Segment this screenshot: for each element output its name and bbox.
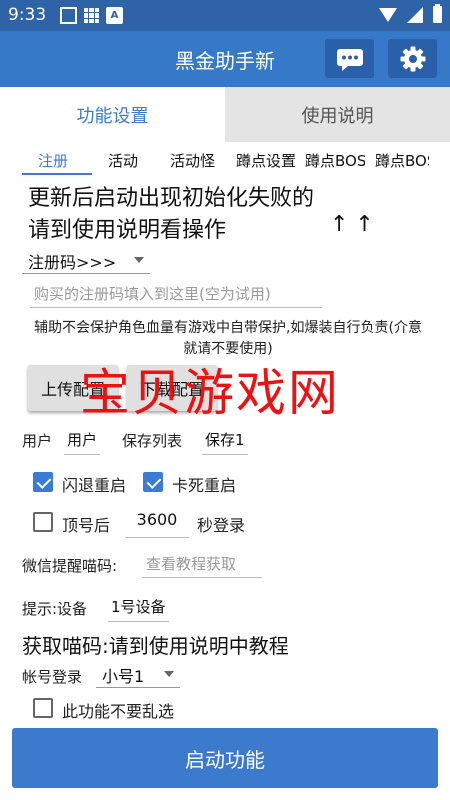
save-list-label: 保存列表 <box>122 432 183 450</box>
subtab-indicator <box>22 173 92 175</box>
subtab-activity[interactable]: 活动 <box>108 150 138 171</box>
status-right-icons <box>379 4 442 23</box>
grid-icon <box>83 7 100 24</box>
status-time: 9:33 <box>8 5 47 25</box>
sub-tabs: 注册 活动 活动怪 蹲点设置 蹲点BOSS 蹲点BOSS <box>0 147 450 175</box>
chevron-down-icon <box>134 257 144 263</box>
relogin-seconds-input[interactable]: 3600 <box>125 510 189 538</box>
user-label: 用户 <box>22 432 53 450</box>
gear-icon <box>400 46 425 71</box>
device-select[interactable]: 1号设备 <box>108 596 169 622</box>
register-code-select[interactable]: 注册码>>> <box>22 248 150 274</box>
crash-restart-checkbox[interactable] <box>33 472 53 492</box>
wifi-icon <box>379 7 397 22</box>
no-random-label: 此功能不要乱选 <box>62 702 175 721</box>
save-slot-select[interactable]: 保存1 <box>202 429 248 455</box>
a-icon: A <box>106 7 123 24</box>
status-bar: 9:33 A <box>0 0 450 31</box>
battery-icon <box>433 4 442 23</box>
account-login-label: 帐号登录 <box>22 668 83 686</box>
subtab-camp-boss-1[interactable]: 蹲点BOSS <box>305 150 365 171</box>
account-select[interactable]: 小号1 <box>96 662 180 688</box>
freeze-restart-label: 卡死重启 <box>172 476 237 495</box>
square-icon <box>60 7 77 24</box>
chat-button[interactable] <box>325 39 374 78</box>
status-left-icons: A <box>60 7 123 24</box>
notice-line-1: 更新后启动出现初始化失败的 <box>28 186 315 211</box>
wechat-code-input[interactable] <box>142 550 262 578</box>
chevron-down-icon <box>164 671 174 677</box>
tab-function-settings[interactable]: 功能设置 <box>0 87 225 142</box>
user-field[interactable]: 用户 <box>64 429 101 455</box>
register-code-input[interactable] <box>30 280 322 308</box>
relogin-checkbox[interactable] <box>33 512 53 532</box>
notice-line-2: 请到使用说明看操作 <box>28 218 227 243</box>
relogin-label-after: 秒登录 <box>197 516 246 535</box>
watermark-text: 宝贝游戏网 <box>80 364 340 422</box>
subtab-camp-boss-2[interactable]: 蹲点BOSS <box>375 150 429 171</box>
crash-restart-label: 闪退重启 <box>62 476 127 495</box>
app-bar: 黑金助手新 <box>0 31 450 87</box>
notice-arrows: ↑ ↑ <box>330 212 374 237</box>
settings-button[interactable] <box>388 39 437 78</box>
wechat-code-label: 微信提醒喵码: <box>22 557 118 575</box>
main-tabs: 功能设置 使用说明 <box>0 87 450 142</box>
device-label: 提示:设备 <box>22 600 88 618</box>
start-function-button[interactable]: 启动功能 <box>12 728 438 788</box>
register-code-select-value: 注册码>>> <box>28 252 117 272</box>
subtab-activity-monster[interactable]: 活动怪 <box>170 150 215 171</box>
freeze-restart-checkbox[interactable] <box>143 472 163 492</box>
account-select-value: 小号1 <box>102 666 145 686</box>
tab-instructions[interactable]: 使用说明 <box>225 87 450 142</box>
relogin-label-before: 顶号后 <box>62 516 111 535</box>
no-random-checkbox[interactable] <box>33 698 53 718</box>
signal-icon <box>407 6 423 23</box>
subtab-register[interactable]: 注册 <box>38 150 68 171</box>
chat-icon <box>336 48 363 71</box>
get-code-title: 获取喵码:请到使用说明中教程 <box>22 634 289 658</box>
app-title: 黑金助手新 <box>175 49 275 73</box>
subtab-camp-settings[interactable]: 蹲点设置 <box>236 150 299 171</box>
